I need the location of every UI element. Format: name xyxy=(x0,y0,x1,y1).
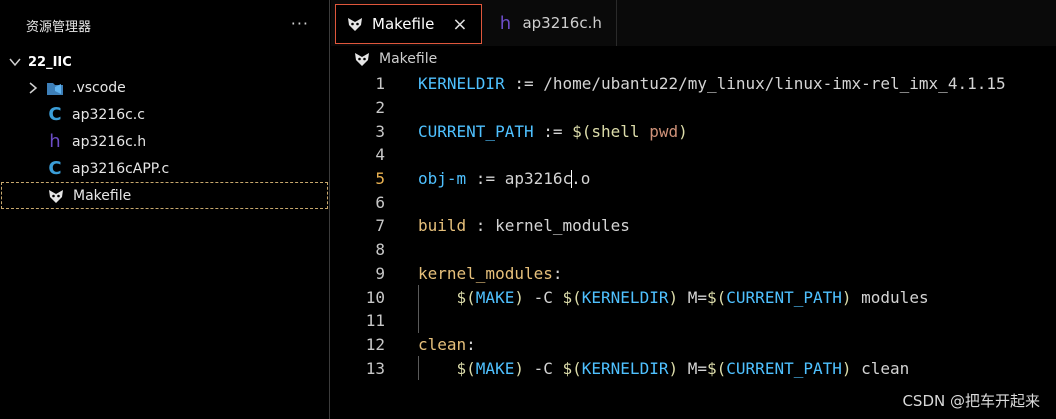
text-cursor xyxy=(571,170,573,189)
h-file-icon: h xyxy=(499,12,512,34)
c-file-icon: C xyxy=(48,104,62,125)
tab-label: ap3216c.h xyxy=(522,14,602,32)
close-icon[interactable]: × xyxy=(452,14,467,35)
h-file-icon: h xyxy=(49,131,61,152)
tab-ap3216c-h[interactable]: h ap3216c.h xyxy=(486,0,617,46)
vscode-folder-icon xyxy=(46,79,64,97)
code-text: $(MAKE) -C $(KERNELDIR) M=$(CURRENT_PATH… xyxy=(456,287,929,307)
tree-item-label: ap3216c.c xyxy=(72,106,145,123)
line-number: 10 xyxy=(365,287,385,307)
code-line[interactable]: 10 $(MAKE) -C $(KERNELDIR) M=$(CURRENT_P… xyxy=(331,285,1056,309)
code-line[interactable]: 3 CURRENT_PATH := $(shell pwd) xyxy=(331,119,1056,143)
code-text: kernel_modules: xyxy=(418,263,563,283)
code-line[interactable]: 13 $(MAKE) -C $(KERNELDIR) M=$(CURRENT_P… xyxy=(331,356,1056,380)
tab-label: Makefile xyxy=(372,15,435,33)
explorer-header: 资源管理器 ··· xyxy=(0,0,329,50)
code-line[interactable]: 12 clean: xyxy=(331,333,1056,357)
tab-makefile[interactable]: Makefile × xyxy=(335,4,483,44)
indent-guide xyxy=(418,308,419,333)
tree-item-vscode[interactable]: .vscode xyxy=(0,74,329,101)
line-number: 7 xyxy=(375,216,385,236)
tree-item-label: .vscode xyxy=(72,79,126,96)
tree-item-label: Makefile xyxy=(73,187,132,204)
line-number: 3 xyxy=(375,121,385,141)
code-line[interactable]: 4 xyxy=(331,143,1056,167)
tree-item-ap3216c-h[interactable]: h ap3216c.h xyxy=(0,128,329,155)
code-line[interactable]: 9 kernel_modules: xyxy=(331,262,1056,286)
tree-item-ap3216c-c[interactable]: C ap3216c.c xyxy=(0,101,329,128)
line-number: 8 xyxy=(375,240,385,260)
code-text: CURRENT_PATH := $(shell pwd) xyxy=(418,121,688,141)
code-text: KERNELDIR := /home/ubantu22/my_linux/lin… xyxy=(418,74,1006,94)
code-line[interactable]: 6 xyxy=(331,190,1056,214)
tree-item-ap3216capp-c[interactable]: C ap3216cAPP.c xyxy=(0,155,329,182)
code-text: clean: xyxy=(418,334,476,354)
chevron-down-icon xyxy=(9,58,21,67)
code-area[interactable]: 1 KERNELDIR := /home/ubantu22/my_linux/li… xyxy=(331,72,1056,380)
code-line[interactable]: 11 xyxy=(331,308,1056,333)
folder-22-iic[interactable]: 22_IIC xyxy=(0,50,329,74)
line-number: 13 xyxy=(365,358,385,378)
breadcrumb[interactable]: Makefile xyxy=(331,46,1056,72)
code-line[interactable]: 7 build : kernel_modules xyxy=(331,214,1056,238)
tab-bar: Makefile × h ap3216c.h xyxy=(331,0,1056,46)
line-number: 4 xyxy=(375,145,385,165)
makefile-icon xyxy=(47,187,65,205)
code-text: build : kernel_modules xyxy=(418,216,630,236)
breadcrumb-label: Makefile xyxy=(379,51,438,67)
makefile-icon xyxy=(346,15,364,33)
line-number: 6 xyxy=(375,192,385,212)
chevron-right-icon xyxy=(29,81,38,94)
watermark: CSDN @把车开起来 xyxy=(902,392,1040,410)
makefile-icon xyxy=(353,50,371,68)
line-number: 12 xyxy=(365,334,385,354)
code-line[interactable]: 5 obj-m := ap3216c.o xyxy=(331,167,1056,191)
more-actions-button[interactable]: ··· xyxy=(291,14,309,33)
line-number: 11 xyxy=(365,311,385,331)
tree-item-label: ap3216c.h xyxy=(72,133,147,150)
explorer-title: 资源管理器 xyxy=(26,19,92,35)
explorer-sidebar: 资源管理器 ··· 22_IIC .vscode C ap3216c.c h a… xyxy=(0,0,330,419)
editor-pane: Makefile × h ap3216c.h Makefile 1 KERNELD… xyxy=(331,0,1056,419)
line-number: 1 xyxy=(375,74,385,94)
code-line[interactable]: 2 xyxy=(331,96,1056,120)
c-file-icon: C xyxy=(48,158,62,179)
line-number: 2 xyxy=(375,98,385,118)
code-line[interactable]: 8 xyxy=(331,238,1056,262)
folder-label: 22_IIC xyxy=(28,54,72,70)
line-number: 5 xyxy=(375,169,385,189)
line-number: 9 xyxy=(375,263,385,283)
code-line[interactable]: 1 KERNELDIR := /home/ubantu22/my_linux/li… xyxy=(331,72,1056,96)
tree-item-makefile[interactable]: Makefile xyxy=(1,182,328,209)
code-text: obj-m := ap3216c.o xyxy=(418,168,591,189)
code-text: $(MAKE) -C $(KERNELDIR) M=$(CURRENT_PATH… xyxy=(456,358,910,378)
tree-item-label: ap3216cAPP.c xyxy=(72,160,170,177)
